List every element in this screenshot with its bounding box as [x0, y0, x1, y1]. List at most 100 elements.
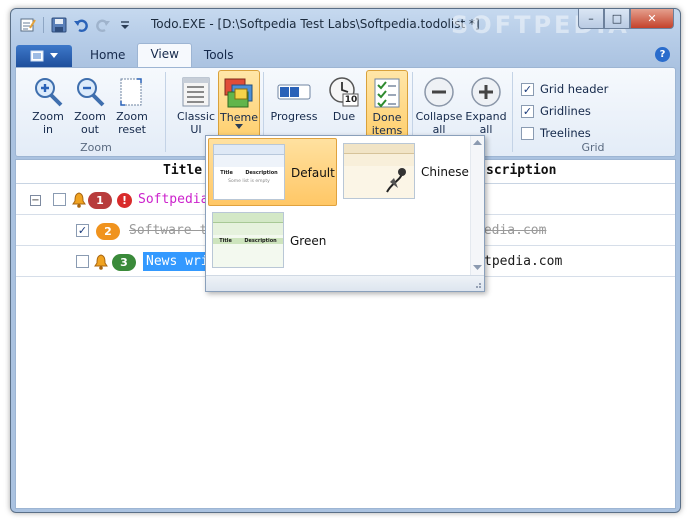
save-icon[interactable] — [50, 16, 68, 34]
title-bar: Todo.EXE - [D:\Softpedia Test Labs\Softp… — [11, 9, 680, 39]
thumb-hint-text: Some list is empty — [228, 179, 270, 184]
green-theme-thumbnail: Title Description — [212, 212, 284, 268]
thumb-description-text: Description — [245, 170, 278, 176]
task-title[interactable]: Software t — [129, 223, 207, 238]
thumb-title-text: Title — [219, 238, 232, 244]
tab-view[interactable]: View — [137, 43, 192, 67]
quick-access-toolbar — [19, 16, 134, 34]
thumb-title-text: Title — [220, 170, 233, 176]
priority-badge: 3 — [112, 254, 136, 271]
grid-group-label: Grid — [581, 141, 605, 154]
theme-label: Theme — [220, 111, 258, 124]
theme-button[interactable]: Theme — [218, 70, 260, 140]
gridlines-checkbox[interactable]: ✓ — [521, 104, 534, 118]
theme-icon — [222, 76, 256, 110]
grid-header-checkbox[interactable]: ✓ — [521, 82, 534, 96]
ribbon-tabs: Home View Tools — [16, 43, 245, 67]
collapse-icon[interactable]: − — [30, 195, 41, 206]
theme-option-green[interactable]: Title Description Green — [208, 207, 337, 275]
maximize-button[interactable]: □ — [604, 9, 630, 29]
bell-icon — [94, 254, 108, 270]
theme-option-label: Default — [291, 166, 335, 180]
treelines-toggle[interactable]: Treelines — [521, 126, 591, 140]
expand-all-button[interactable]: Expand all — [463, 70, 509, 142]
task-description[interactable]: tpedia.com — [484, 254, 562, 269]
zoom-out-label: Zoom out — [74, 110, 106, 136]
window-title: Todo.EXE - [D:\Softpedia Test Labs\Softp… — [151, 17, 480, 31]
zoom-reset-icon — [115, 75, 149, 109]
resize-grip-icon — [476, 283, 481, 288]
title-column-header[interactable]: Title — [163, 163, 202, 178]
collapse-all-button[interactable]: Collapse all — [415, 70, 463, 142]
done-items-button[interactable]: Done items — [366, 70, 408, 140]
undo-icon[interactable] — [72, 16, 90, 34]
priority-badge: 2 — [96, 223, 120, 240]
app-icon[interactable] — [19, 16, 37, 34]
zoom-out-button[interactable]: Zoom out — [70, 70, 110, 142]
treelines-checkbox[interactable] — [521, 126, 534, 140]
zoom-group: Zoom in Zoom out Zoom reset Zoom — [16, 68, 176, 156]
theme-dropdown: Title Description Some list is empty Def… — [205, 135, 485, 292]
grid-header-toggle[interactable]: ✓ Grid header — [521, 82, 608, 96]
zoom-reset-label: Zoom reset — [116, 110, 148, 136]
theme-dropdown-arrow-icon — [235, 124, 243, 129]
due-clock-icon: 10 — [327, 75, 361, 109]
progress-button[interactable]: Progress — [268, 70, 320, 142]
task-checkbox[interactable]: ✓ — [76, 224, 89, 237]
expand-all-icon — [469, 75, 503, 109]
collapse-all-icon — [422, 75, 456, 109]
ink-painting-icon — [386, 168, 406, 193]
progress-icon — [277, 75, 311, 109]
window-controls: – □ ✕ — [578, 9, 674, 29]
done-items-label: Done items — [371, 111, 403, 137]
grid-group: ✓ Grid header ✓ Gridlines Treelines Grid — [513, 68, 673, 156]
chinese-theme-thumbnail — [343, 143, 415, 199]
close-button[interactable]: ✕ — [630, 9, 674, 29]
theme-option-label: Green — [290, 234, 327, 248]
zoom-reset-button[interactable]: Zoom reset — [112, 70, 152, 142]
zoom-out-icon — [73, 75, 107, 109]
expand-all-label: Expand all — [465, 110, 507, 136]
redo-icon[interactable] — [94, 16, 112, 34]
due-label: Due — [332, 110, 356, 123]
gridlines-toggle[interactable]: ✓ Gridlines — [521, 104, 591, 118]
task-checkbox[interactable] — [76, 255, 89, 268]
collapse-all-label: Collapse all — [415, 110, 463, 136]
default-theme-thumbnail: Title Description Some list is empty — [213, 144, 285, 200]
thumb-description-text: Description — [244, 238, 277, 244]
application-menu-button[interactable] — [16, 45, 72, 67]
chevron-down-icon — [50, 53, 58, 58]
zoom-in-button[interactable]: Zoom in — [28, 70, 68, 142]
help-icon[interactable]: ? — [655, 47, 670, 62]
theme-option-default[interactable]: Title Description Some list is empty Def… — [208, 138, 337, 206]
tab-tools[interactable]: Tools — [192, 45, 246, 67]
task-checkbox[interactable] — [53, 193, 66, 206]
theme-option-chinese[interactable]: Chinese — [339, 138, 469, 206]
popup-scrollbar[interactable] — [470, 136, 484, 276]
zoom-in-label: Zoom in — [32, 110, 64, 136]
popup-resize-grip[interactable] — [206, 275, 484, 291]
minimize-button[interactable]: – — [578, 9, 604, 29]
done-items-icon — [370, 76, 404, 110]
due-clock-number: 10 — [344, 94, 358, 105]
progress-label: Progress — [270, 110, 318, 123]
tab-home[interactable]: Home — [78, 45, 137, 67]
task-title-editing[interactable]: News wri — [143, 252, 212, 271]
zoom-in-icon — [31, 75, 65, 109]
scroll-down-icon — [473, 265, 482, 270]
description-column-header[interactable]: scription — [486, 163, 556, 178]
treelines-label: Treelines — [540, 126, 591, 140]
customize-qat-icon[interactable] — [116, 16, 134, 34]
app-menu-icon — [30, 50, 44, 62]
theme-option-label: Chinese — [421, 165, 469, 179]
task-title[interactable]: Softpedia — [138, 192, 208, 207]
zoom-group-label: Zoom — [80, 141, 112, 154]
qat-separator — [43, 17, 44, 33]
exclamation-icon: ! — [117, 193, 132, 208]
due-button[interactable]: 10 Due — [324, 70, 364, 142]
task-description[interactable]: pedia.com — [476, 223, 546, 238]
scroll-up-icon — [473, 140, 482, 145]
classic-ui-label: Classic UI — [176, 110, 216, 136]
classic-ui-button[interactable]: Classic UI — [176, 70, 216, 142]
priority-badge: 1 — [88, 192, 112, 209]
